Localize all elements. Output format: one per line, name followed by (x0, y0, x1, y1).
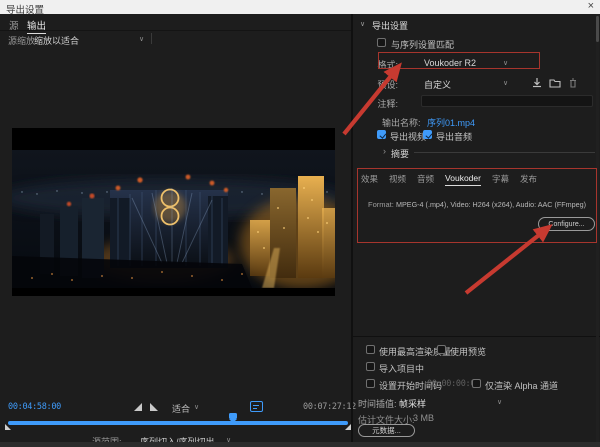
chevron-down-icon: ∨ (503, 79, 508, 87)
render-alpha-checkbox[interactable] (472, 379, 481, 388)
configure-button[interactable]: Configure... (538, 217, 595, 231)
set-out-point-icon[interactable] (150, 403, 158, 411)
export-settings-dialog: 导出设置 × 源 输出 源缩放: 缩放以适合 ∨ (0, 0, 600, 447)
metadata-button[interactable]: 元数据... (358, 424, 415, 437)
comments-input[interactable] (421, 95, 593, 107)
tab-video[interactable]: 视频 (389, 173, 406, 185)
trim-handle-left[interactable] (5, 424, 11, 430)
preview-panel: 源 输出 源缩放: 缩放以适合 ∨ (0, 14, 352, 447)
summary-divider (414, 152, 595, 153)
match-sequence-checkbox[interactable] (377, 38, 386, 47)
import-into-project-checkbox[interactable] (366, 362, 375, 371)
tab-captions[interactable]: 字幕 (492, 173, 509, 185)
dialog-bottom-strip (0, 442, 600, 447)
voukoder-format-label: Format: (368, 200, 394, 209)
collapse-icon[interactable]: ∨ (360, 20, 365, 28)
export-settings-header: 导出设置 (372, 19, 408, 32)
set-start-timecode-checkbox[interactable] (366, 379, 375, 388)
total-timecode: 00:07:27:12 (303, 402, 356, 412)
section-divider (353, 336, 600, 337)
file-size-value: 3 MB (413, 413, 434, 423)
render-alpha-label: 仅渲染 Alpha 通道 (485, 379, 558, 392)
chevron-down-icon: ∨ (139, 35, 144, 43)
time-interpolation-label: 时间插值: (358, 397, 397, 410)
import-preset-icon[interactable] (549, 77, 561, 89)
window-titlebar: 导出设置 × (0, 0, 600, 14)
timeline-track[interactable] (8, 421, 348, 425)
tab-effects[interactable]: 效果 (361, 173, 378, 185)
comments-label: 注释: (375, 97, 398, 110)
zoom-fit-dropdown[interactable]: 适合 (172, 402, 190, 415)
time-interpolation-dropdown[interactable]: 帧采样 (399, 397, 426, 410)
close-icon[interactable]: × (588, 0, 594, 12)
export-video-checkbox[interactable] (377, 130, 386, 139)
use-previews-label: 使用预览 (450, 345, 486, 358)
chevron-down-icon: ∨ (503, 59, 508, 67)
format-dropdown[interactable]: Voukoder R2 (424, 58, 476, 68)
preset-label: 预设: (375, 78, 398, 91)
output-name-label: 输出名称: (382, 116, 421, 129)
tab-publish[interactable]: 发布 (520, 173, 537, 185)
use-previews-checkbox[interactable] (437, 345, 446, 354)
export-frame-icon[interactable] (250, 401, 263, 412)
scrollbar-track[interactable] (596, 14, 599, 447)
tab-output[interactable]: 输出 (27, 18, 46, 34)
output-name-link[interactable]: 序列01.mp4 (427, 116, 475, 129)
video-preview-scene (12, 128, 335, 296)
scaling-divider (151, 33, 152, 44)
voukoder-format-value: MPEG-4 (.mp4), Video: H264 (x264), Audio… (396, 200, 586, 209)
export-audio-label: 导出音频 (436, 130, 472, 143)
scrollbar-thumb[interactable] (596, 16, 599, 42)
summary-label[interactable]: 摘要 (391, 147, 409, 160)
source-scaling-dropdown[interactable]: 缩放以适合 (34, 34, 79, 47)
import-into-project-label: 导入项目中 (379, 362, 424, 375)
delete-preset-icon[interactable] (567, 77, 579, 89)
set-in-point-icon[interactable] (134, 403, 142, 411)
settings-panel: ∨ 导出设置 与序列设置匹配 格式: Voukoder R2 ∨ 预设: 自定义… (353, 14, 600, 447)
expand-icon[interactable]: › (383, 146, 386, 156)
playhead[interactable] (229, 413, 237, 425)
chevron-down-icon: ∨ (497, 398, 502, 406)
codec-tabbar: 效果 视频 音频 Voukoder 字幕 发布 (361, 173, 537, 186)
tab-audio[interactable]: 音频 (417, 173, 434, 185)
tabs-divider (0, 30, 352, 31)
video-preview-frame (12, 128, 335, 296)
current-timecode[interactable]: 00:04:58:00 (8, 402, 61, 412)
preset-dropdown[interactable]: 自定义 (424, 78, 451, 91)
max-render-quality-checkbox[interactable] (366, 345, 375, 354)
chevron-down-icon: ∨ (194, 403, 199, 411)
export-audio-checkbox[interactable] (423, 130, 432, 139)
format-label: 格式: (375, 58, 398, 71)
save-preset-icon[interactable] (531, 77, 543, 89)
export-video-label: 导出视频 (390, 130, 426, 143)
tab-voukoder[interactable]: Voukoder (445, 173, 481, 186)
match-sequence-label: 与序列设置匹配 (391, 38, 454, 51)
